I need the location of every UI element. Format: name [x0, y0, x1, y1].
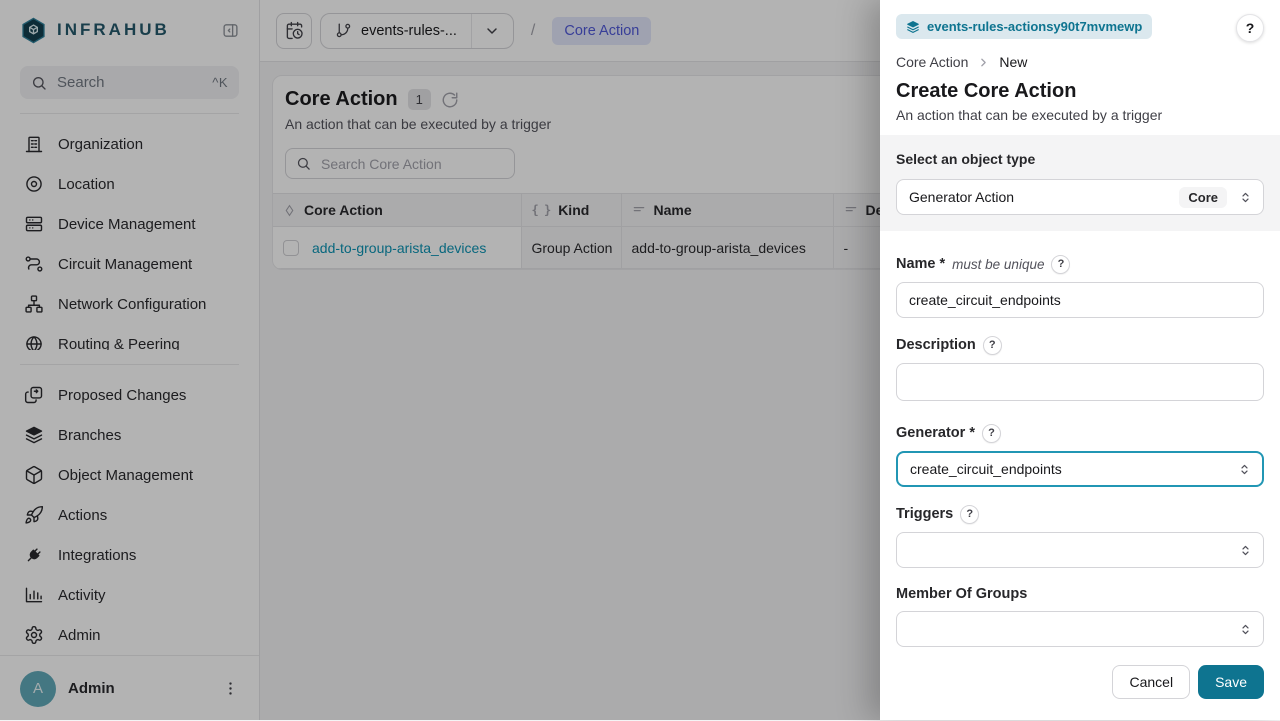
create-core-action-drawer: events-rules-actionsy90t7mvmewp ? Core A…	[880, 0, 1280, 720]
drawer-footer: Cancel Save	[880, 665, 1280, 721]
breadcrumb-parent[interactable]: Core Action	[896, 54, 968, 70]
name-label: Name	[896, 256, 936, 273]
description-input[interactable]	[896, 363, 1264, 401]
layers-icon	[906, 20, 920, 34]
help-button[interactable]: ?	[1236, 14, 1264, 42]
field-member-of-groups: Member Of Groups	[896, 586, 1264, 647]
drawer-subtitle: An action that can be executed by a trig…	[896, 107, 1264, 123]
namespace-badge: Core	[1179, 187, 1227, 208]
member-of-groups-select[interactable]	[896, 611, 1264, 647]
create-form: Name * must be unique ? Description ? Ge…	[880, 231, 1280, 665]
unique-hint: must be unique	[952, 256, 1044, 273]
triggers-select[interactable]	[896, 532, 1264, 568]
description-label: Description	[896, 337, 976, 354]
field-triggers: Triggers ?	[896, 505, 1264, 568]
breadcrumb-current: New	[999, 54, 1027, 70]
drawer-header: events-rules-actionsy90t7mvmewp ? Core A…	[880, 0, 1280, 135]
generator-select[interactable]: create_circuit_endpoints	[896, 451, 1264, 487]
required-asterisk: *	[969, 425, 975, 442]
drawer-breadcrumb: Core Action New	[896, 54, 1264, 70]
field-description: Description ?	[896, 336, 1264, 406]
cancel-button[interactable]: Cancel	[1112, 665, 1190, 699]
branch-badge: events-rules-actionsy90t7mvmewp	[896, 14, 1152, 39]
generator-help-icon[interactable]: ?	[982, 424, 1001, 443]
field-generator: Generator * ? create_circuit_endpoints	[896, 424, 1264, 487]
object-type-value: Generator Action	[909, 189, 1014, 205]
object-type-label: Select an object type	[896, 151, 1264, 167]
save-button[interactable]: Save	[1198, 665, 1264, 699]
chevrons-up-down-icon	[1238, 543, 1253, 558]
name-input[interactable]	[896, 282, 1264, 318]
chevrons-up-down-icon	[1238, 190, 1253, 205]
chevrons-up-down-icon	[1237, 462, 1252, 477]
triggers-help-icon[interactable]: ?	[960, 505, 979, 524]
description-help-icon[interactable]: ?	[983, 336, 1002, 355]
required-asterisk: *	[940, 256, 946, 273]
object-type-section: Select an object type Generator Action C…	[880, 135, 1280, 231]
name-help-icon[interactable]: ?	[1051, 255, 1070, 274]
member-of-groups-label: Member Of Groups	[896, 586, 1027, 603]
chevrons-up-down-icon	[1238, 622, 1253, 637]
object-type-select[interactable]: Generator Action Core	[896, 179, 1264, 215]
triggers-label: Triggers	[896, 506, 953, 523]
generator-value: create_circuit_endpoints	[910, 461, 1062, 477]
field-name: Name * must be unique ?	[896, 255, 1264, 318]
generator-label: Generator	[896, 425, 965, 442]
chevron-right-icon	[977, 56, 990, 69]
drawer-title: Create Core Action	[896, 80, 1264, 103]
